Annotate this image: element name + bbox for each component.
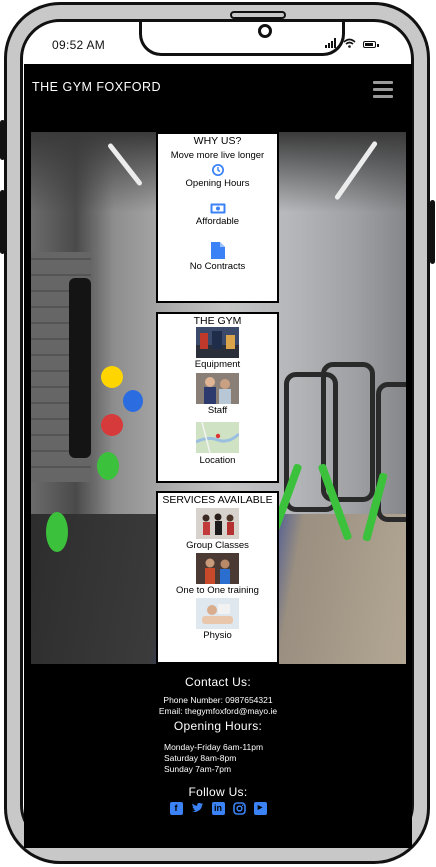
hours-line: Monday-Friday 6am-11pm [164, 742, 264, 752]
twitter-icon[interactable] [191, 802, 204, 815]
hours-line: Saturday 8am-8pm [164, 753, 237, 763]
navbar: THE GYM FOXFORD [24, 64, 412, 128]
contact-email[interactable]: Email: thegymfoxford@mayo.ie [24, 706, 412, 716]
camera-icon [258, 24, 272, 38]
hours-list: Monday-Friday 6am-11pm Saturday 8am-8pm … [164, 742, 284, 774]
location-map-thumbnail[interactable] [196, 422, 239, 453]
hours-heading: Opening Hours: [173, 719, 263, 733]
the-gym-title: THE GYM [193, 315, 242, 327]
phone-side-button [0, 120, 5, 160]
social-links: f in ▶ [24, 802, 412, 815]
one-to-one-training-thumbnail[interactable] [196, 553, 239, 584]
services-card: SERVICES AVAILABLE Group Classes One to … [156, 491, 279, 664]
brand-link[interactable]: THE GYM FOXFORD [32, 80, 161, 94]
physio-thumbnail[interactable] [196, 598, 239, 629]
document-icon [210, 242, 225, 259]
money-icon [210, 203, 225, 214]
wifi-icon [343, 38, 356, 48]
group-classes-thumbnail[interactable] [196, 508, 239, 539]
why-us-tagline: Move more live longer [170, 150, 265, 161]
instagram-icon[interactable] [232, 802, 246, 815]
why-us-item-label: Opening Hours [185, 178, 250, 189]
the-gym-item-label: Staff [207, 405, 228, 416]
why-us-item-label: Affordable [195, 216, 240, 227]
services-title: SERVICES AVAILABLE [162, 494, 273, 506]
services-item-label: Physio [203, 630, 232, 641]
contact-heading: Contact Us: [185, 675, 251, 689]
clock-icon [211, 164, 224, 176]
the-gym-item-label: Location [199, 455, 236, 466]
signal-icon [325, 38, 336, 48]
footer: Contact Us: Phone Number: 0987654321 Ema… [24, 664, 412, 848]
phone-side-button [430, 200, 435, 264]
hamburger-menu-icon[interactable] [373, 81, 393, 98]
status-time: 09:52 AM [52, 38, 106, 52]
phone-notch [139, 22, 345, 56]
the-gym-card: THE GYM Equipment Staff Location [156, 312, 279, 483]
why-us-title: WHY US? [193, 135, 242, 147]
linkedin-icon[interactable]: in [211, 802, 225, 815]
phone-side-button [0, 190, 5, 254]
equipment-thumbnail[interactable] [196, 327, 239, 358]
youtube-icon[interactable]: ▶ [253, 802, 267, 815]
status-icons [325, 38, 379, 48]
contact-phone[interactable]: Phone Number: 0987654321 [24, 695, 412, 705]
the-gym-item-label: Equipment [194, 359, 241, 370]
facebook-icon[interactable]: f [169, 802, 183, 815]
battery-icon [363, 41, 379, 48]
speaker-grille [230, 11, 286, 19]
follow-heading: Follow Us: [188, 785, 248, 799]
hours-line: Sunday 7am-7pm [164, 764, 232, 774]
why-us-item-label: No Contracts [189, 261, 246, 272]
services-item-label: One to One training [176, 585, 259, 596]
staff-thumbnail[interactable] [196, 373, 239, 404]
web-page: THE GYM FOXFORD WHY US? Move more live l… [24, 64, 412, 848]
why-us-card: WHY US? Move more live longer Opening Ho… [156, 132, 279, 303]
services-item-label: Group Classes [186, 540, 249, 551]
